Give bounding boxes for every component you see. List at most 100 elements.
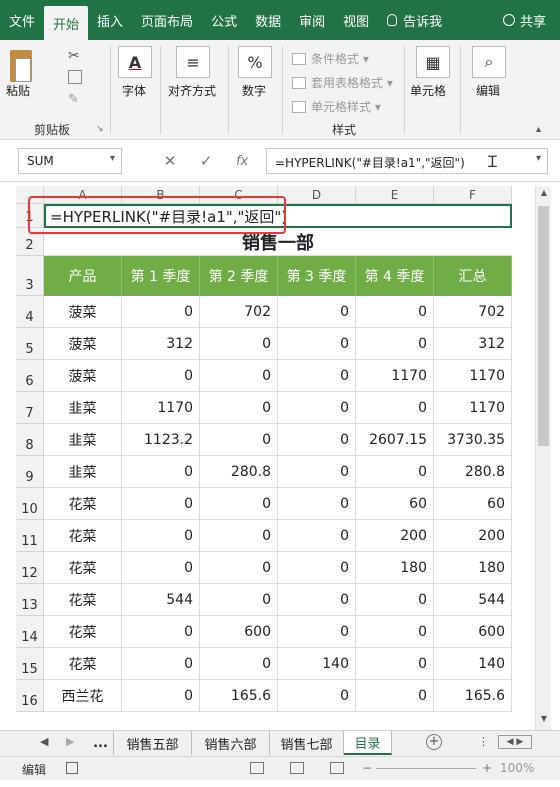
- value-cell[interactable]: 0: [278, 552, 356, 584]
- value-cell[interactable]: 60: [434, 488, 512, 520]
- row-header[interactable]: 3: [16, 256, 44, 296]
- value-cell[interactable]: 0: [278, 488, 356, 520]
- zoom-slider[interactable]: [376, 768, 476, 769]
- tab-insert[interactable]: 插入: [88, 0, 132, 40]
- search-icon[interactable]: ⌕: [472, 46, 506, 78]
- tab-page-layout[interactable]: 页面布局: [132, 0, 202, 40]
- value-cell[interactable]: 0: [356, 616, 434, 648]
- table-header-cell[interactable]: 汇总: [434, 256, 512, 296]
- name-box[interactable]: SUM ▾: [18, 148, 122, 174]
- value-cell[interactable]: 1170: [122, 392, 200, 424]
- value-cell[interactable]: 312: [434, 328, 512, 360]
- value-cell[interactable]: 0: [356, 584, 434, 616]
- product-cell[interactable]: 花菜: [44, 488, 122, 520]
- expand-formula-icon[interactable]: ▾: [536, 153, 541, 164]
- row-header[interactable]: 13: [16, 584, 44, 616]
- value-cell[interactable]: 0: [278, 520, 356, 552]
- value-cell[interactable]: 1170: [434, 392, 512, 424]
- value-cell[interactable]: 280.8: [434, 456, 512, 488]
- value-cell[interactable]: 312: [122, 328, 200, 360]
- align-icon[interactable]: ≡: [176, 46, 210, 78]
- column-header-e[interactable]: E: [356, 186, 434, 204]
- value-cell[interactable]: 702: [434, 296, 512, 328]
- product-cell[interactable]: 花菜: [44, 584, 122, 616]
- macro-record-icon[interactable]: [66, 762, 78, 774]
- row-header[interactable]: 8: [16, 424, 44, 456]
- row-header[interactable]: 5: [16, 328, 44, 360]
- product-cell[interactable]: 花菜: [44, 520, 122, 552]
- table-header-cell[interactable]: 第 2 季度: [200, 256, 278, 296]
- paste-icon[interactable]: [10, 50, 32, 82]
- cancel-icon[interactable]: ✕: [164, 152, 177, 170]
- vertical-scrollbar[interactable]: ▲ ▼: [535, 186, 551, 730]
- row-header[interactable]: 7: [16, 392, 44, 424]
- value-cell[interactable]: 0: [356, 680, 434, 712]
- value-cell[interactable]: 0: [278, 616, 356, 648]
- row-header[interactable]: 14: [16, 616, 44, 648]
- value-cell[interactable]: 0: [356, 392, 434, 424]
- chevron-down-icon[interactable]: ▾: [110, 153, 115, 164]
- value-cell[interactable]: 180: [434, 552, 512, 584]
- product-cell[interactable]: 西兰花: [44, 680, 122, 712]
- scroll-down-icon[interactable]: ▼: [538, 714, 550, 728]
- font-icon[interactable]: A: [118, 46, 152, 78]
- value-cell[interactable]: 165.6: [434, 680, 512, 712]
- tab-formulas[interactable]: 公式: [202, 0, 246, 40]
- value-cell[interactable]: 0: [278, 392, 356, 424]
- value-cell[interactable]: 0: [278, 584, 356, 616]
- sheet-prev-icon[interactable]: ◀: [40, 735, 48, 748]
- formula-input[interactable]: =HYPERLINK("#目录!a1","返回") ▾: [266, 148, 548, 174]
- product-cell[interactable]: 韭菜: [44, 424, 122, 456]
- scrollbar-thumb[interactable]: [538, 206, 549, 446]
- cell-styles-button[interactable]: 单元格样式 ▾: [292, 98, 381, 115]
- value-cell[interactable]: 600: [200, 616, 278, 648]
- format-painter-icon[interactable]: ✎: [68, 92, 79, 107]
- row-header[interactable]: 4: [16, 296, 44, 328]
- row-header[interactable]: 6: [16, 360, 44, 392]
- value-cell[interactable]: 0: [200, 520, 278, 552]
- value-cell[interactable]: 702: [200, 296, 278, 328]
- number-button-label[interactable]: 数字: [242, 82, 266, 99]
- product-cell[interactable]: 花菜: [44, 648, 122, 680]
- value-cell[interactable]: 0: [200, 328, 278, 360]
- scroll-up-icon[interactable]: ▲: [538, 188, 550, 202]
- tab-data[interactable]: 数据: [246, 0, 290, 40]
- column-header-d[interactable]: D: [278, 186, 356, 204]
- value-cell[interactable]: 0: [122, 648, 200, 680]
- tab-home[interactable]: 开始: [44, 6, 89, 40]
- value-cell[interactable]: 0: [200, 488, 278, 520]
- value-cell[interactable]: 0: [356, 328, 434, 360]
- sheet-next-icon[interactable]: ▶: [66, 735, 74, 748]
- column-header-f[interactable]: F: [434, 186, 512, 204]
- row-header[interactable]: 16: [16, 680, 44, 712]
- value-cell[interactable]: 165.6: [200, 680, 278, 712]
- zoom-level[interactable]: 100%: [500, 761, 534, 775]
- value-cell[interactable]: 140: [434, 648, 512, 680]
- copy-icon[interactable]: [68, 70, 82, 84]
- table-header-cell[interactable]: 产品: [44, 256, 122, 296]
- value-cell[interactable]: 0: [278, 360, 356, 392]
- value-cell[interactable]: 60: [356, 488, 434, 520]
- value-cell[interactable]: 2607.15: [356, 424, 434, 456]
- font-button-label[interactable]: 字体: [122, 82, 146, 99]
- horizontal-scroll-icon[interactable]: ◀ ▶: [498, 735, 532, 749]
- value-cell[interactable]: 0: [122, 680, 200, 712]
- value-cell[interactable]: 0: [278, 456, 356, 488]
- tab-view[interactable]: 视图: [334, 0, 378, 40]
- value-cell[interactable]: 0: [356, 456, 434, 488]
- row-header[interactable]: 15: [16, 648, 44, 680]
- value-cell[interactable]: 0: [278, 680, 356, 712]
- value-cell[interactable]: 0: [278, 328, 356, 360]
- product-cell[interactable]: 韭菜: [44, 392, 122, 424]
- editing-button-label[interactable]: 编辑: [476, 82, 500, 99]
- tab-file[interactable]: 文件: [0, 0, 44, 40]
- table-header-cell[interactable]: 第 3 季度: [278, 256, 356, 296]
- product-cell[interactable]: 花菜: [44, 552, 122, 584]
- product-cell[interactable]: 花菜: [44, 616, 122, 648]
- value-cell[interactable]: 0: [200, 424, 278, 456]
- format-as-table-button[interactable]: 套用表格格式 ▾: [292, 74, 393, 91]
- value-cell[interactable]: 180: [356, 552, 434, 584]
- value-cell[interactable]: 0: [200, 360, 278, 392]
- row-header[interactable]: 10: [16, 488, 44, 520]
- more-sheets-button[interactable]: ...: [88, 731, 114, 755]
